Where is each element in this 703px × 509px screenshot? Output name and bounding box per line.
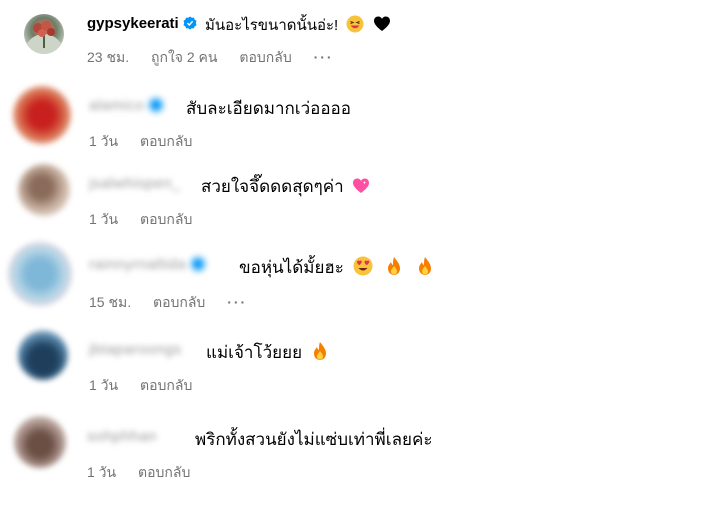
username-text[interactable]: alamico [89,97,144,114]
reply-button[interactable]: ตอบกลับ [140,133,192,149]
reply-button[interactable]: ตอบกลับ [138,464,190,480]
username-text[interactable]: jsalwhispen_ [89,175,181,192]
reply-text: สวยใจจึ๊ดดดสุดๆค่า [201,173,370,200]
reply-meta: 1 วัน ตอบกลับ [87,462,208,484]
username-text[interactable]: jbtaparoongs [89,341,182,358]
timestamp: 1 วัน [89,211,119,227]
fire-icon [313,342,326,360]
reply-item: alamico สับละเอียดมากเว่ออออ 1 วัน ตอบกล… [0,80,703,158]
reply-meta: 1 วัน ตอบกลับ [89,375,210,397]
verified-badge-icon [149,98,163,112]
avatar[interactable] [13,86,71,144]
reply-text: แม่เจ้าโว้ยยย [206,339,329,366]
reply-button[interactable]: ตอบกลับ [140,377,192,393]
comment-body: สับละเอียดมากเว่ออออ [186,99,351,118]
reply-item: sohphhan พริกทั้งสวนยังไม่แซ่บเท่าพี่เลย… [0,406,703,496]
avatar[interactable] [18,330,68,380]
comment-text: มันอะไรขนาดนั้นอ่ะ! [205,13,391,37]
sparkling-heart-icon [353,178,370,193]
flower-icon [24,21,64,54]
reply-text: สับละเอียดมากเว่ออออ [186,95,351,122]
verified-badge-icon [191,257,205,271]
reply-text: พริกทั้งสวนยังไม่แซ่บเท่าพี่เลยค่ะ [195,426,432,453]
reply-meta: 1 วัน ตอบกลับ [89,131,210,153]
black-heart-icon [373,16,390,31]
avatar[interactable] [24,14,64,54]
heart-eyes-face-icon [353,256,373,276]
avatar[interactable] [14,416,66,468]
reply-item: jsalwhispen_ สวยใจจึ๊ดดดสุดๆค่า 1 วัน ตอ… [0,158,703,236]
timestamp: 15 ชม. [89,294,132,310]
fire-icon [388,257,401,275]
fire-icon [419,257,432,275]
reply-text: ขอหุ่นได้มั้ยฮะ [239,254,434,281]
timestamp: 1 วัน [87,464,117,480]
comment-username[interactable]: gypsykeerati [87,15,197,32]
reply-username[interactable]: sohphhan [87,428,157,445]
reply-username[interactable]: alamico [89,97,163,114]
comment-top: gypsykeerati มันอะไรขนาดนั้นอ่ะ! 23 ชม. … [0,0,703,80]
verified-badge-icon [183,16,197,30]
timestamp: 1 วัน [89,133,119,149]
comment-body: แม่เจ้าโว้ยยย [206,343,303,362]
more-options-icon[interactable]: ··· [314,49,334,65]
timestamp: 1 วัน [89,377,119,393]
username-text[interactable]: sohphhan [87,428,157,445]
comment-body: สวยใจจึ๊ดดดสุดๆค่า [201,177,344,196]
avatar[interactable] [8,242,72,306]
reply-item: jbtaparoongs แม่เจ้าโว้ยยย 1 วัน ตอบกลับ [0,320,703,406]
like-count-link[interactable]: ถูกใจ 2 คน [151,49,218,65]
more-options-icon[interactable]: ··· [227,294,247,310]
reply-meta: 15 ชม. ตอบกลับ ··· [89,292,265,314]
comment-meta: 23 ชม. ถูกใจ 2 คน ตอบกลับ ··· [87,47,352,69]
comment-body: ขอหุ่นได้มั้ยฮะ [239,258,344,277]
reply-username[interactable]: jsalwhispen_ [89,175,181,192]
avatar[interactable] [18,164,70,216]
reply-button[interactable]: ตอบกลับ [239,49,291,65]
comment-body: มันอะไรขนาดนั้นอ่ะ! [205,17,339,34]
reply-username[interactable]: jbtaparoongs [89,341,182,358]
reply-meta: 1 วัน ตอบกลับ [89,209,210,231]
reply-username[interactable]: rainnyrnaltida [89,256,205,273]
reply-button[interactable]: ตอบกลับ [140,211,192,227]
comment-body: พริกทั้งสวนยังไม่แซ่บเท่าพี่เลยค่ะ [195,430,433,449]
reply-button[interactable]: ตอบกลับ [153,294,205,310]
username-text[interactable]: gypsykeerati [87,15,179,32]
timestamp: 23 ชม. [87,49,130,65]
username-text[interactable]: rainnyrnaltida [89,256,186,273]
laughing-face-icon [346,15,364,33]
reply-item: rainnyrnaltida ขอหุ่นได้มั้ยฮะ 15 ชม. ตอ… [0,236,703,320]
